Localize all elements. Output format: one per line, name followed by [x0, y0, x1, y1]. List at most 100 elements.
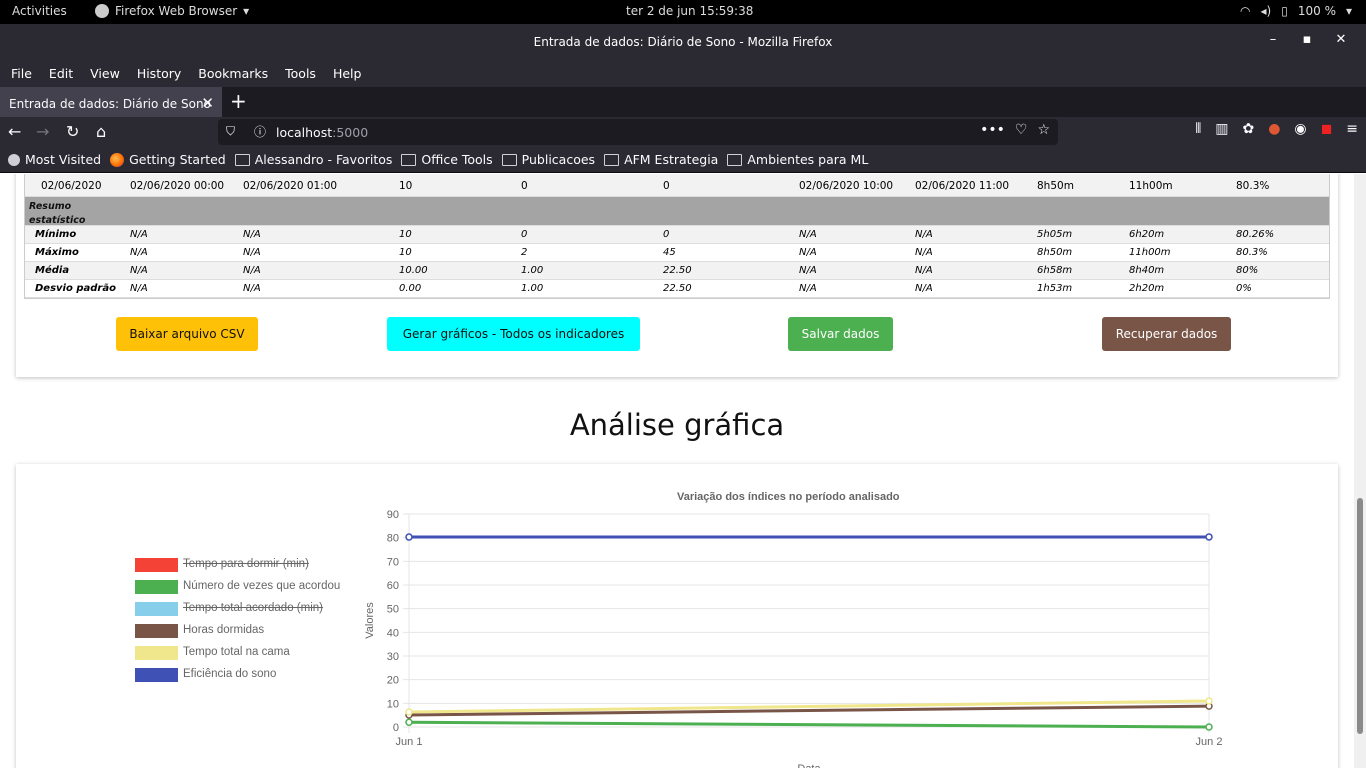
save-data-button[interactable]: Salvar dados: [788, 317, 893, 351]
summary-header-row: Resumo estatístico: [25, 197, 1329, 226]
stat-cell: N/A: [130, 265, 148, 276]
folder-icon: [401, 153, 417, 166]
download-csv-button[interactable]: Baixar arquivo CSV: [116, 317, 258, 351]
stat-cell: N/A: [243, 229, 261, 240]
stat-row: Máximo N/A N/A 10 2 45 N/A N/A 8h50m 11h00m 80.3%: [25, 244, 1329, 262]
stat-cell: 8h40m: [1129, 265, 1165, 276]
account-icon[interactable]: ◉: [1294, 121, 1306, 137]
bookmarks-bar: Most Visited Getting Started Alessandro …: [0, 147, 1366, 173]
stat-cell: 45: [663, 247, 676, 258]
stat-cell: N/A: [130, 247, 148, 258]
new-tab-icon[interactable]: +: [230, 89, 247, 113]
close-icon[interactable]: ✕: [201, 94, 214, 112]
stat-cell: N/A: [130, 283, 148, 294]
more-icon[interactable]: •••: [980, 122, 1005, 138]
menu-view[interactable]: View: [90, 60, 120, 87]
extension-icon[interactable]: ✿: [1242, 121, 1254, 137]
scrollbar-thumb[interactable]: [1357, 498, 1363, 734]
stat-cell: 10: [399, 229, 412, 240]
stat-cell: 6h20m: [1129, 229, 1165, 240]
bookmark-folder[interactable]: Ambientes para ML: [727, 152, 868, 167]
menu-help[interactable]: Help: [333, 60, 362, 87]
table-cell: 10: [399, 180, 413, 192]
shield-icon[interactable]: ⛉: [226, 124, 235, 139]
chart-card: Tempo para dormir (min) Número de vezes q…: [16, 464, 1338, 768]
bookmark-folder[interactable]: Alessandro - Favoritos: [234, 152, 392, 167]
minimize-icon[interactable]: –: [1256, 32, 1290, 47]
menu-edit[interactable]: Edit: [49, 60, 73, 87]
recover-data-button[interactable]: Recuperar dados: [1102, 317, 1231, 351]
stat-cell: N/A: [243, 265, 261, 276]
page-scrollbar[interactable]: [1354, 174, 1366, 768]
battery-level: 100 %: [1297, 4, 1336, 18]
stat-cell: 10: [399, 247, 412, 258]
stat-cell: 0.00: [399, 283, 422, 294]
stat-cell: 1.00: [521, 283, 544, 294]
home-icon[interactable]: ⌂: [96, 122, 106, 141]
maximize-icon[interactable]: ▪: [1290, 32, 1324, 47]
table-cell: 02/06/2020 00:00: [130, 180, 225, 192]
url-text[interactable]: localhost:5000: [276, 125, 368, 140]
system-tray[interactable]: ◠ ◂) ▯ 100 % ▾: [1240, 4, 1352, 18]
app-name: Firefox Web Browser: [115, 4, 238, 18]
stat-cell: N/A: [243, 247, 261, 258]
folder-icon: [501, 153, 517, 166]
page-content: 02/06/2020 02/06/2020 00:00 02/06/2020 0…: [0, 174, 1354, 768]
clock[interactable]: ter 2 de jun 15:59:38: [626, 4, 753, 18]
menu-history[interactable]: History: [137, 60, 181, 87]
duckduckgo-icon[interactable]: ●: [1268, 121, 1280, 137]
stat-cell: 6h58m: [1037, 265, 1073, 276]
menu-bookmarks[interactable]: Bookmarks: [198, 60, 268, 87]
stat-cell: 5h05m: [1037, 229, 1073, 240]
x-tick-label: Jun 2: [1196, 736, 1223, 748]
stat-cell: 0: [521, 229, 528, 240]
stat-label: Média: [35, 265, 70, 276]
bookmark-getting-started[interactable]: Getting Started: [110, 152, 226, 167]
bookmark-folder[interactable]: Office Tools: [401, 152, 493, 167]
hamburger-menu-icon[interactable]: ≡: [1346, 121, 1358, 137]
generate-charts-button[interactable]: Gerar gráficos - Todos os indicadores: [387, 317, 640, 351]
menu-file[interactable]: File: [11, 60, 32, 87]
stat-cell: 11h00m: [1129, 247, 1171, 258]
y-tick-label: 50: [387, 604, 399, 616]
tab-active[interactable]: Entrada de dados: Diário de Sono ✕: [0, 87, 222, 117]
bookmark-most-visited[interactable]: Most Visited: [8, 152, 101, 167]
sidebar-icon[interactable]: ▥: [1215, 121, 1228, 137]
info-icon[interactable]: ⓘ: [254, 123, 266, 140]
tab-bar: Entrada de dados: Diário de Sono ✕ +: [0, 87, 1366, 117]
bookmark-folder[interactable]: AFM Estrategia: [604, 152, 718, 167]
table-cell: 0: [663, 180, 670, 192]
back-icon[interactable]: ←: [8, 122, 21, 141]
table-cell: 80.3%: [1236, 180, 1270, 192]
stat-cell: 80%: [1236, 265, 1259, 276]
data-point: [1205, 697, 1213, 705]
stat-cell: N/A: [243, 283, 261, 294]
url-bar[interactable]: ⛉ ⓘ localhost:5000 ••• ♡ ☆: [218, 119, 1058, 145]
activities-button[interactable]: Activities: [12, 4, 67, 18]
system-top-bar: Activities Firefox Web Browser ▾ ter 2 d…: [0, 0, 1366, 24]
stat-cell: N/A: [799, 283, 817, 294]
stat-cell: N/A: [915, 283, 933, 294]
volume-icon: ◂): [1260, 4, 1272, 18]
forward-icon[interactable]: →: [36, 122, 49, 141]
menu-tools[interactable]: Tools: [285, 60, 316, 87]
bookmark-star-icon[interactable]: ☆: [1037, 122, 1050, 138]
y-tick-label: 30: [387, 651, 399, 663]
extension-red-icon[interactable]: ◼: [1321, 121, 1333, 137]
stat-label: Desvio padrão: [35, 283, 116, 294]
data-point: [1205, 723, 1213, 731]
data-table: 02/06/2020 02/06/2020 00:00 02/06/2020 0…: [24, 174, 1330, 299]
window-title: Entrada de dados: Diário de Sono - Mozil…: [533, 35, 833, 49]
stat-row: Mínimo N/A N/A 10 0 0 N/A N/A 5h05m 6h20m 80.26%: [25, 226, 1329, 244]
app-menu[interactable]: Firefox Web Browser ▾: [95, 4, 249, 18]
series-line: [408, 720, 1210, 729]
firefox-icon: [95, 4, 109, 18]
y-tick-label: 60: [387, 580, 399, 592]
pocket-icon[interactable]: ♡: [1015, 122, 1028, 138]
bookmark-folder[interactable]: Publicacoes: [501, 152, 595, 167]
reload-icon[interactable]: ↻: [66, 122, 79, 141]
stat-cell: N/A: [915, 265, 933, 276]
library-icon[interactable]: ⫴: [1195, 121, 1201, 137]
close-icon[interactable]: ✕: [1324, 32, 1358, 47]
stat-cell: N/A: [915, 247, 933, 258]
